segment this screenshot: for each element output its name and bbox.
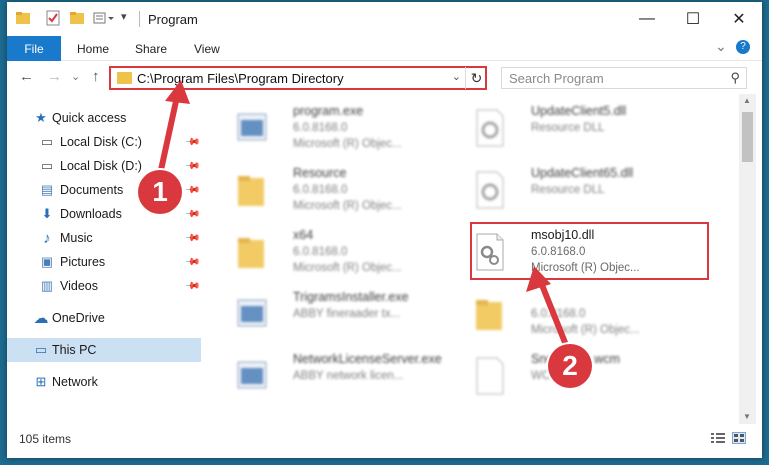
callout-step-1: 1	[138, 170, 182, 214]
annotation-overlay	[158, 80, 571, 353]
callout-step-2: 2	[548, 344, 592, 388]
